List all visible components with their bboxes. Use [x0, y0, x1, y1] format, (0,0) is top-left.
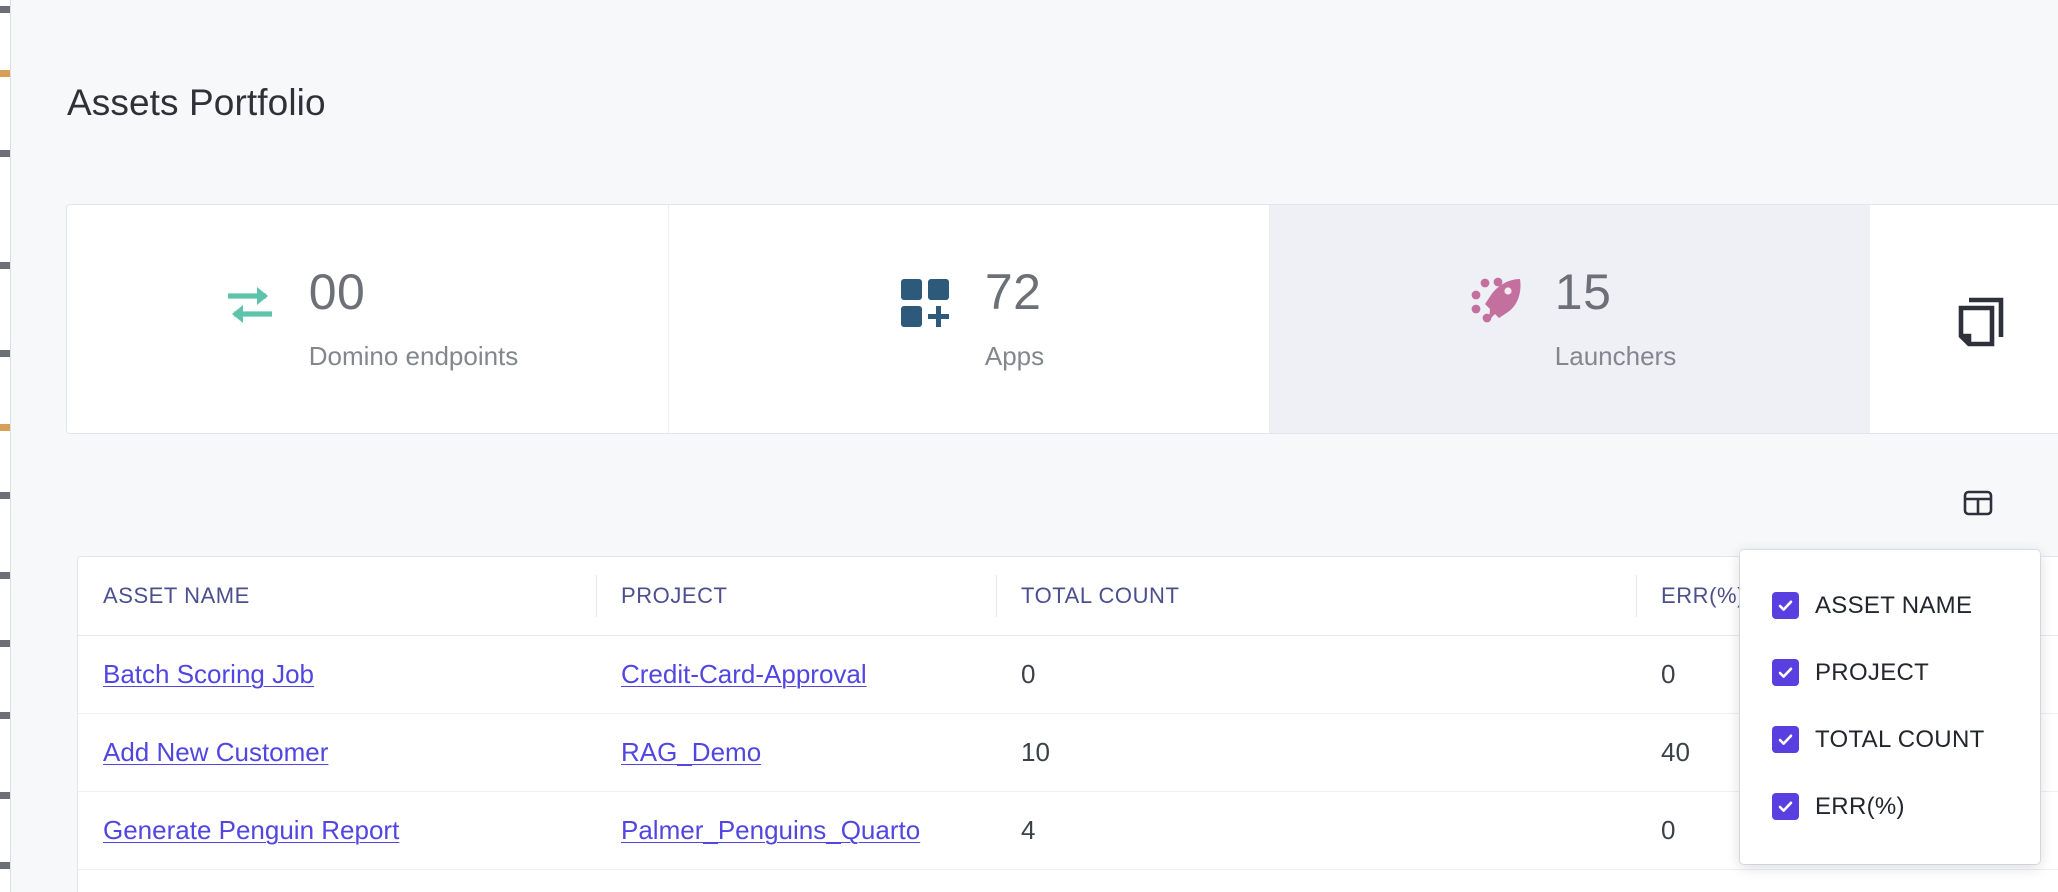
- nav-item-sliver[interactable]: [0, 70, 10, 77]
- dropdown-item-label: PROJECT: [1815, 658, 1930, 686]
- project-link[interactable]: Palmer_Penguins_Quarto: [621, 815, 920, 845]
- assets-portfolio-page: Assets Portfolio 00 Domino endpoints 72 …: [0, 0, 2058, 892]
- checkbox-checked-icon[interactable]: [1772, 659, 1799, 686]
- checkbox-checked-icon[interactable]: [1772, 793, 1799, 820]
- card-label: Domino endpoints: [308, 341, 519, 371]
- summary-card-apps[interactable]: 72 Apps: [668, 205, 1269, 433]
- nav-item-sliver[interactable]: [0, 262, 10, 269]
- bidirectional-arrows-icon: [217, 271, 283, 337]
- summary-card-launchers[interactable]: 15 Launchers: [1269, 205, 1870, 433]
- card-label: Launchers: [1554, 341, 1677, 371]
- nav-item-sliver[interactable]: [0, 492, 10, 499]
- asset-name-link[interactable]: Batch Scoring Job: [103, 659, 314, 689]
- cell-project: Palmer_Penguins_Quarto: [596, 791, 996, 870]
- page-title: Assets Portfolio: [67, 82, 326, 123]
- project-link[interactable]: Credit-Card-Approval: [621, 659, 867, 689]
- cell-project: Demo_Streaming_Realtime: [596, 869, 996, 892]
- copy-documents-icon: [1948, 288, 2014, 354]
- nav-item-sliver[interactable]: [0, 6, 10, 13]
- nav-item-sliver[interactable]: [0, 424, 10, 431]
- dropdown-item-total-count[interactable]: TOTAL COUNT: [1740, 706, 2040, 773]
- dropdown-item-label: TOTAL COUNT: [1815, 725, 1985, 753]
- column-header-asset-name[interactable]: ASSET NAME: [78, 557, 596, 636]
- card-value: 00: [308, 264, 366, 320]
- column-visibility-dropdown[interactable]: ASSET NAME PROJECT TOTAL COUNT ERR(%): [1740, 550, 2040, 864]
- cell-asset-name: Batch Scoring Job: [78, 635, 596, 714]
- cell-asset-name: Add New Customer: [78, 713, 596, 792]
- nav-item-sliver[interactable]: [0, 572, 10, 579]
- nav-item-sliver[interactable]: [0, 150, 10, 157]
- nav-item-sliver[interactable]: [0, 862, 10, 869]
- card-value: 15: [1554, 264, 1612, 320]
- column-header-total-count[interactable]: TOTAL COUNT: [996, 557, 1636, 636]
- cell-asset-name: Generate Penguin Report: [78, 791, 596, 870]
- summary-card-domino-endpoints[interactable]: 00 Domino endpoints: [67, 205, 668, 433]
- checkbox-checked-icon[interactable]: [1772, 592, 1799, 619]
- dropdown-item-label: ASSET NAME: [1815, 591, 1973, 619]
- main-content: Assets Portfolio 00 Domino endpoints 72 …: [12, 0, 2058, 892]
- table-row[interactable]: Demo Streaming Dataset Train Demo_Stream…: [78, 869, 2058, 892]
- cell-total-count: 10: [996, 713, 1636, 792]
- nav-item-sliver[interactable]: [0, 350, 10, 357]
- column-header-project[interactable]: PROJECT: [596, 557, 996, 636]
- table-columns-icon: [1962, 487, 1994, 524]
- nav-item-sliver[interactable]: [0, 712, 10, 719]
- dropdown-item-asset-name[interactable]: ASSET NAME: [1740, 572, 2040, 639]
- project-link[interactable]: RAG_Demo: [621, 737, 761, 767]
- checkbox-checked-icon[interactable]: [1772, 726, 1799, 753]
- nav-item-sliver[interactable]: [0, 640, 10, 647]
- rocket-icon: [1463, 271, 1529, 337]
- dropdown-item-label: ERR(%): [1815, 792, 1905, 820]
- card-label: Apps: [984, 341, 1045, 371]
- summary-cards: 00 Domino endpoints 72 Apps 15 Launchers: [67, 205, 2058, 433]
- cell-project: RAG_Demo: [596, 713, 996, 792]
- dropdown-item-err-pct[interactable]: ERR(%): [1740, 773, 2040, 840]
- card-value: 72: [984, 264, 1042, 320]
- cell-total-count: 4: [996, 791, 1636, 870]
- app-grid-plus-icon: [893, 271, 959, 337]
- asset-name-link[interactable]: Add New Customer: [103, 737, 328, 767]
- dropdown-item-project[interactable]: PROJECT: [1740, 639, 2040, 706]
- cell-total-count: 0: [996, 635, 1636, 714]
- left-nav-rail[interactable]: [0, 0, 11, 892]
- cell-asset-name: Demo Streaming Dataset Train: [78, 869, 596, 892]
- asset-name-link[interactable]: Generate Penguin Report: [103, 815, 399, 845]
- cell-total-count: 0: [996, 869, 1636, 892]
- column-settings-button[interactable]: [1955, 482, 2001, 528]
- cell-err-pct: 0: [1636, 869, 2058, 892]
- nav-item-sliver[interactable]: [0, 792, 10, 799]
- cell-project: Credit-Card-Approval: [596, 635, 996, 714]
- summary-card-partial[interactable]: [1870, 205, 2058, 433]
